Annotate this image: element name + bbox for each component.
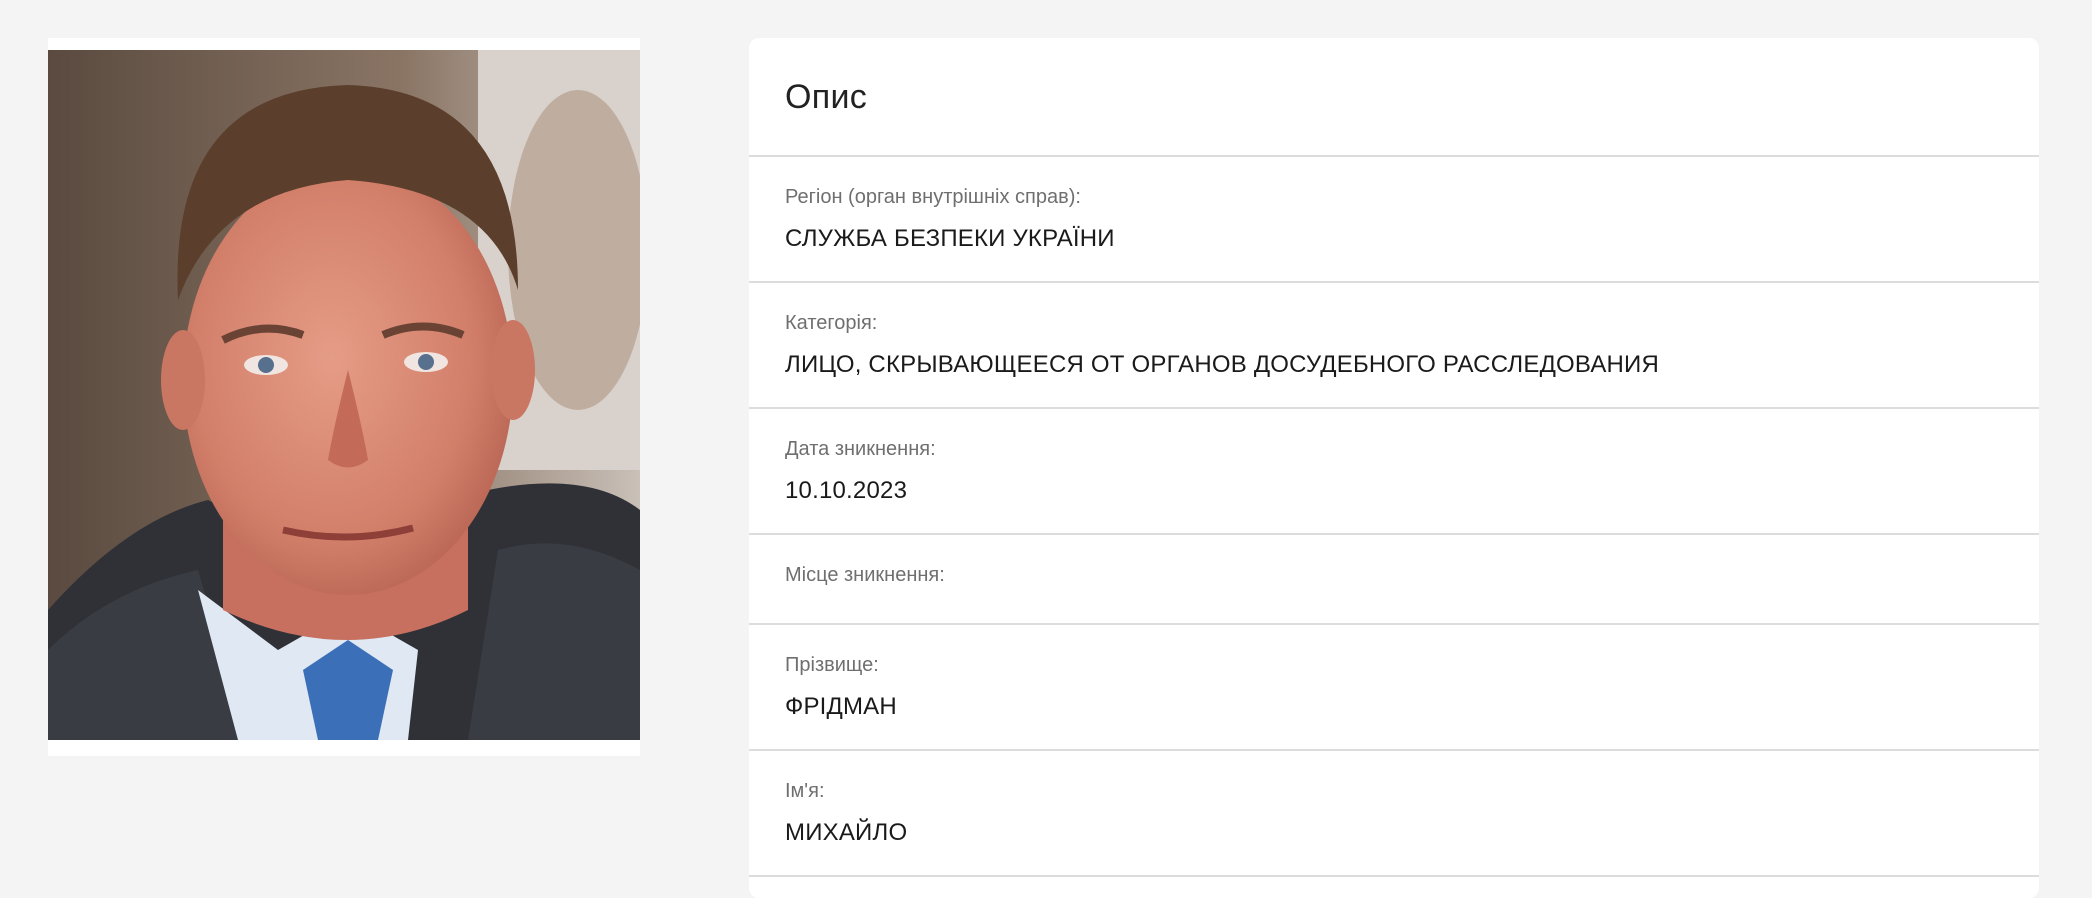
field-region: Регіон (орган внутрішніх справ): СЛУЖБА … bbox=[749, 157, 2039, 283]
card-header: Опис bbox=[749, 38, 2039, 157]
field-label: Місце зникнення: bbox=[785, 564, 945, 586]
field-value: 10.10.2023 bbox=[785, 477, 908, 504]
field-label: Категорія: bbox=[785, 312, 878, 334]
field-label: Регіон (орган внутрішніх справ): bbox=[785, 186, 1081, 208]
card-title: Опис bbox=[785, 78, 868, 116]
field-label: Ім'я: bbox=[785, 780, 825, 802]
description-card: Опис Регіон (орган внутрішніх справ): СЛ… bbox=[749, 38, 2039, 898]
field-label: Прізвище: bbox=[785, 654, 879, 676]
field-value: ФРІДМАН bbox=[785, 693, 897, 720]
field-value: СЛУЖБА БЕЗПЕКИ УКРАЇНИ bbox=[785, 225, 1115, 252]
field-value: МИХАЙЛО bbox=[785, 819, 908, 846]
field-category: Категорія: ЛИЦО, СКРЫВАЮЩЕЕСЯ ОТ ОРГАНОВ… bbox=[749, 283, 2039, 409]
field-disappearance-place: Місце зникнення: bbox=[749, 535, 2039, 625]
field-label: Дата зникнення: bbox=[785, 438, 936, 460]
field-first-name: Ім'я: МИХАЙЛО bbox=[749, 751, 2039, 877]
field-disappearance-date: Дата зникнення: 10.10.2023 bbox=[749, 409, 2039, 535]
person-photo-frame bbox=[48, 38, 640, 756]
field-surname: Прізвище: ФРІДМАН bbox=[749, 625, 2039, 751]
person-photo bbox=[48, 50, 640, 740]
field-value: ЛИЦО, СКРЫВАЮЩЕЕСЯ ОТ ОРГАНОВ ДОСУДЕБНОГ… bbox=[785, 351, 1660, 378]
